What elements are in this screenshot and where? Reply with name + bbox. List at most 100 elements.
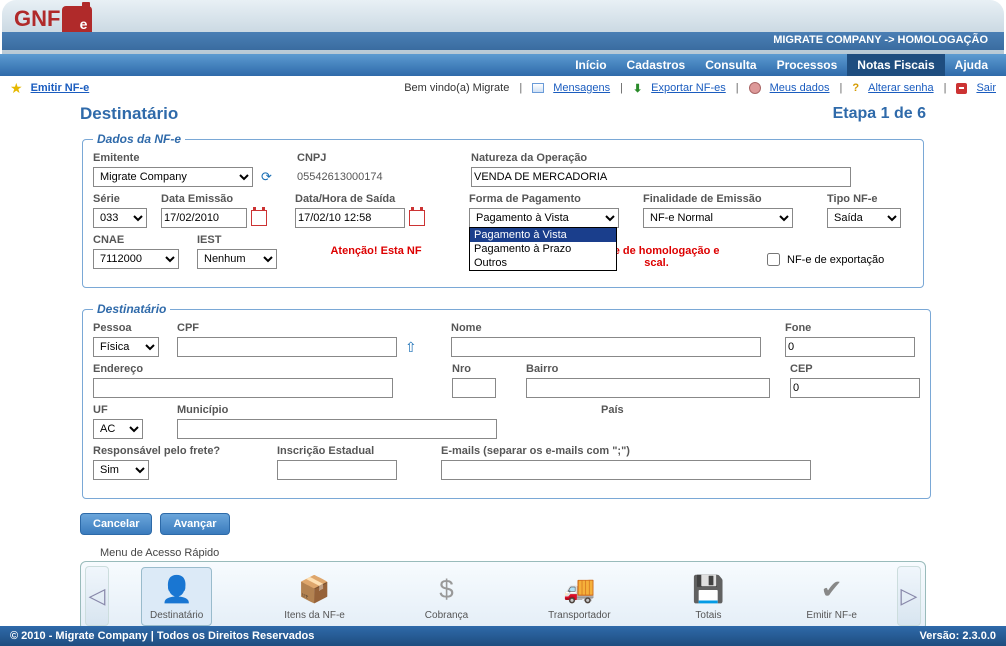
alterar-senha-link[interactable]: Alterar senha (868, 82, 933, 94)
bairro-input[interactable] (526, 378, 770, 398)
uf-select[interactable]: AC (93, 419, 143, 439)
cnae-select[interactable]: 7112000 (93, 249, 179, 269)
frete-select[interactable]: Sim (93, 460, 149, 480)
welcome-text: Bem vindo(a) Migrate (404, 82, 509, 94)
natureza-input[interactable] (471, 167, 851, 187)
nfe-exportacao-label: NF-e de exportação (787, 254, 884, 266)
footer-version: Versão: 2.3.0.0 (920, 630, 996, 642)
destinatario-fieldset: Destinatário Pessoa Física CPF ⇧ Nome (82, 302, 931, 499)
pais-label: País (601, 404, 721, 416)
footer-bar: © 2010 - Migrate Company | Todos os Dire… (0, 626, 1006, 646)
next-button[interactable]: Avançar (160, 513, 229, 535)
quick-item-transportador[interactable]: 🚚 Transportador (540, 568, 618, 625)
main-menu: Início Cadastros Consulta Processos Nota… (0, 54, 1006, 76)
cpf-label: CPF (177, 322, 437, 334)
cancel-button[interactable]: Cancelar (80, 513, 152, 535)
quick-prev-button[interactable]: ◁ (85, 566, 109, 626)
menu-cadastros[interactable]: Cadastros (617, 54, 696, 76)
truck-icon: 🚚 (561, 572, 597, 608)
quick-item-emitir[interactable]: ✔ Emitir NF-e (798, 568, 865, 625)
uf-label: UF (93, 404, 163, 416)
tipo-nfe-select[interactable]: Saída (827, 208, 901, 228)
mensagens-link[interactable]: Mensagens (553, 82, 610, 94)
menu-inicio[interactable]: Início (565, 54, 616, 76)
forma-pag-option-prazo[interactable]: Pagamento à Prazo (470, 242, 616, 256)
footer-copyright: © 2010 - Migrate Company | Todos os Dire… (10, 630, 314, 642)
envelope-icon (532, 83, 544, 93)
warning-text-line2: scal. (644, 257, 668, 269)
municipio-input[interactable] (177, 419, 497, 439)
cnpj-value: 05542613000174 (297, 167, 457, 187)
forma-pagamento-dropdown: Pagamento à Vista Pagamento à Prazo Outr… (469, 227, 617, 271)
forma-pagamento-select[interactable]: Pagamento à Vista (469, 208, 619, 228)
data-emissao-input[interactable] (161, 208, 247, 228)
menu-ajuda[interactable]: Ajuda (945, 54, 998, 76)
dados-nfe-fieldset: Dados da NF-e Emitente Migrate Company ⟳… (82, 132, 924, 288)
iest-label: IEST (197, 234, 287, 246)
finalidade-select[interactable]: NF-e Normal (643, 208, 793, 228)
exportar-link[interactable]: Exportar NF-es (651, 82, 726, 94)
nro-input[interactable] (452, 378, 496, 398)
cnpj-label: CNPJ (297, 152, 457, 164)
endereco-input[interactable] (93, 378, 393, 398)
menu-processos[interactable]: Processos (767, 54, 848, 76)
box-icon: 📦 (297, 572, 333, 608)
check-circle-icon: ✔ (814, 572, 850, 608)
lookup-icon[interactable]: ⇧ (405, 339, 417, 356)
data-saida-label: Data/Hora de Saída (295, 193, 455, 205)
step-indicator: Etapa 1 de 6 (833, 105, 926, 123)
emitente-select[interactable]: Migrate Company (93, 167, 253, 187)
bairro-label: Bairro (526, 363, 776, 375)
frete-label: Responsável pelo frete? (93, 445, 263, 457)
serie-label: Série (93, 193, 147, 205)
fone-input[interactable] (785, 337, 915, 357)
page-title: Destinatário (80, 104, 178, 124)
tipo-nfe-label: Tipo NF-e (827, 193, 907, 205)
sair-link[interactable]: Sair (976, 82, 996, 94)
calendar-icon[interactable] (409, 210, 425, 226)
emails-label: E-mails (separar os e-mails com ";") (441, 445, 920, 457)
data-emissao-label: Data Emissão (161, 193, 281, 205)
emitir-nfe-link[interactable]: Emitir NF-e (31, 82, 90, 94)
serie-select[interactable]: 033 (93, 208, 147, 228)
nome-label: Nome (451, 322, 771, 334)
nfe-exportacao-checkbox[interactable] (767, 253, 780, 266)
pessoa-select[interactable]: Física (93, 337, 159, 357)
dados-nfe-legend: Dados da NF-e (93, 132, 185, 146)
emitente-label: Emitente (93, 152, 283, 164)
quick-item-cobranca[interactable]: $ Cobrança (417, 568, 476, 625)
calendar-icon[interactable] (251, 210, 267, 226)
nome-input[interactable] (451, 337, 761, 357)
cpf-input[interactable] (177, 337, 397, 357)
dollar-icon: $ (428, 572, 464, 608)
inscricao-estadual-label: Inscrição Estadual (277, 445, 427, 457)
exit-icon (956, 83, 967, 94)
menu-notas-fiscais[interactable]: Notas Fiscais (847, 54, 944, 76)
finalidade-label: Finalidade de Emissão (643, 193, 813, 205)
key-icon: ? (852, 82, 859, 94)
quick-item-totais[interactable]: 💾 Totais (682, 568, 734, 625)
cep-input[interactable] (790, 378, 920, 398)
refresh-icon[interactable]: ⟳ (261, 169, 272, 185)
quick-menu: ◁ 👤 Destinatário 📦 Itens da NF-e $ Cobra… (80, 561, 926, 631)
forma-pag-option-outros[interactable]: Outros (470, 256, 616, 270)
iest-select[interactable]: Nenhum (197, 249, 277, 269)
quick-item-destinatario[interactable]: 👤 Destinatário (141, 567, 212, 626)
company-path: MIGRATE COMPANY -> HOMOLOGAÇÃO (773, 32, 1004, 46)
quick-next-button[interactable]: ▷ (897, 566, 921, 626)
natureza-label: Natureza da Operação (471, 152, 913, 164)
forma-pagamento-label: Forma de Pagamento (469, 193, 629, 205)
data-saida-input[interactable] (295, 208, 405, 228)
inscricao-estadual-input[interactable] (277, 460, 397, 480)
link-bar: ★ Emitir NF-e Bem vindo(a) Migrate | Men… (0, 76, 1006, 100)
forma-pag-option-vista[interactable]: Pagamento à Vista (470, 228, 616, 242)
pessoa-label: Pessoa (93, 322, 163, 334)
quick-menu-title: Menu de Acesso Rápido (100, 547, 926, 559)
municipio-label: Município (177, 404, 507, 416)
meus-dados-link[interactable]: Meus dados (770, 82, 830, 94)
header-band: GNFe SAAS EDITION MIGRATE COMPANY -> HOM… (2, 0, 1004, 54)
download-icon: ⬇ (633, 82, 642, 95)
quick-item-itens[interactable]: 📦 Itens da NF-e (276, 568, 353, 625)
emails-input[interactable] (441, 460, 811, 480)
menu-consulta[interactable]: Consulta (695, 54, 766, 76)
